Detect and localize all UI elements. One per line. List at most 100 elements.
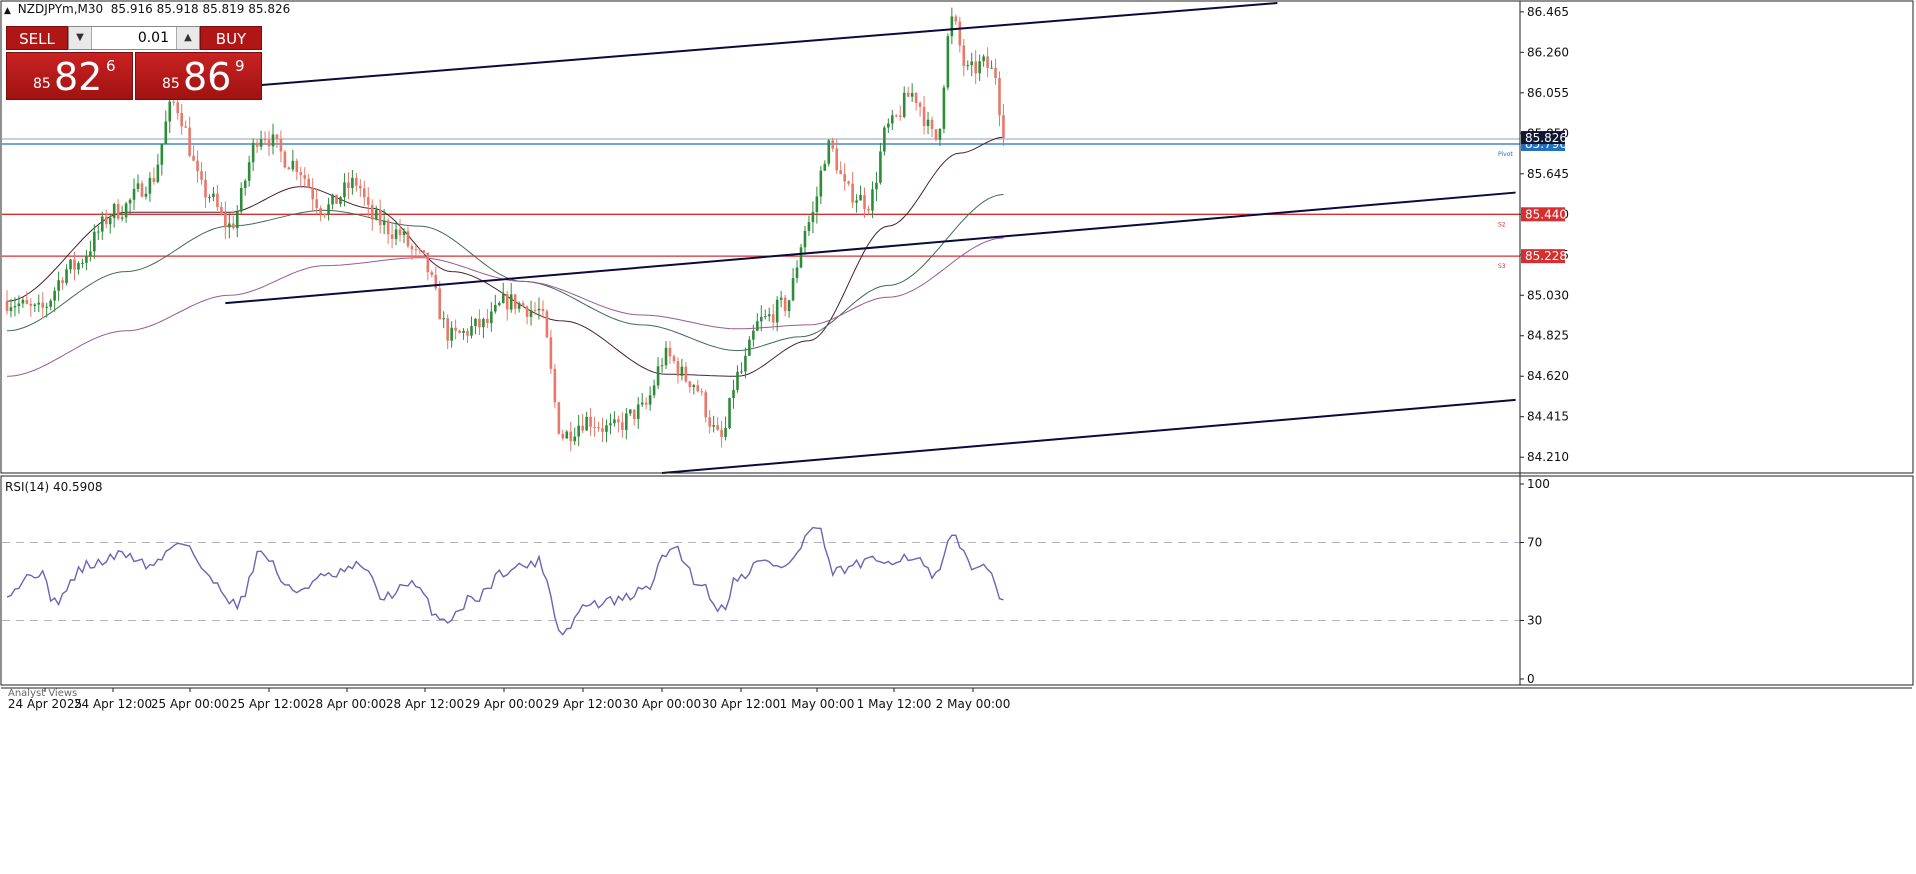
candle-body (93, 231, 96, 252)
rsi-tick-label: 0 (1527, 672, 1535, 686)
candle-body (343, 182, 346, 198)
candle-body (108, 217, 112, 225)
candle-body (982, 56, 985, 62)
candle-body (978, 61, 981, 74)
candle-body (25, 299, 29, 304)
candle-body (720, 429, 723, 437)
candle-body (140, 183, 144, 197)
candle-body (585, 416, 588, 431)
candle-body (311, 187, 314, 200)
candle-body (712, 425, 715, 427)
price-tick-label: 84.825 (1527, 329, 1569, 343)
candle-body (680, 366, 684, 376)
candle-body (474, 318, 477, 327)
sell-quote-button[interactable]: 85 82 6 (6, 52, 133, 100)
candle-body (787, 300, 791, 312)
candle-body (315, 199, 318, 209)
candle-body (847, 181, 850, 184)
candle-body (779, 297, 783, 300)
time-tick-label: 28 Apr 00:00 (308, 697, 386, 711)
candle-body (704, 392, 708, 418)
candle-body (819, 170, 823, 197)
candle-body (644, 402, 648, 405)
candle-body (851, 183, 854, 203)
candle-body (875, 182, 878, 190)
candle-body (795, 267, 799, 279)
chart-window[interactable]: PivotS2S3 86.46586.26086.05585.85085.645… (0, 0, 1916, 874)
candle-body (628, 409, 632, 414)
time-tick-label: 24 Apr 12:00 (74, 697, 152, 711)
sell-button[interactable]: SELL (6, 26, 68, 50)
collapse-triangle-icon[interactable]: ▲ (4, 6, 11, 16)
candle-body (942, 87, 946, 129)
candle-body (509, 294, 513, 310)
candle-body (418, 249, 422, 251)
level-tag-pivot: Pivot (1498, 151, 1513, 158)
candle-body (855, 200, 858, 203)
candle-body (247, 162, 251, 181)
lot-size-stepper[interactable]: ▼ ▲ (68, 26, 200, 50)
candle-body (922, 106, 926, 127)
candle-body (986, 56, 989, 68)
candle-body (529, 310, 533, 317)
time-tick-label: 28 Apr 12:00 (386, 697, 464, 711)
candle-body (410, 246, 414, 250)
level-tag-s2: S2 (1498, 221, 1506, 228)
analyst-views-label[interactable]: Analyst Views (8, 688, 77, 699)
candle-body (652, 385, 656, 396)
ohlc-open: 85.916 (110, 2, 153, 16)
candle-body (728, 398, 731, 428)
lot-size-input[interactable] (93, 28, 175, 48)
candle-body (339, 197, 342, 204)
candle-body (490, 311, 493, 324)
candle-body (843, 174, 846, 182)
candle-body (930, 119, 934, 130)
price-chart[interactable]: PivotS2S3 86.46586.26086.05585.85085.645… (0, 0, 1916, 874)
lot-decrease-icon[interactable]: ▼ (69, 27, 92, 49)
candle-body (335, 194, 338, 204)
moving-average-slow[interactable] (6, 237, 1004, 377)
candle-body (775, 299, 779, 323)
rsi-panel-frame (0, 475, 1914, 686)
buy-price-prefix: 85 (162, 76, 180, 92)
candle-body (299, 172, 303, 176)
channel-line-3[interactable] (661, 398, 1516, 474)
candle-body (104, 216, 108, 225)
candle-body (676, 361, 680, 376)
candle-body (501, 294, 505, 303)
candle-body (839, 170, 842, 175)
candle-body (438, 288, 442, 320)
candle-body (259, 139, 263, 147)
rsi-line[interactable] (6, 526, 1004, 636)
buy-button[interactable]: BUY (200, 26, 262, 50)
candle-body (513, 294, 517, 309)
sell-price-prefix: 85 (33, 76, 51, 92)
candle-body (303, 175, 307, 179)
candle-body (279, 139, 283, 152)
candle-body (545, 311, 549, 338)
sell-price-main: 82 (54, 55, 103, 99)
candle-body (216, 193, 219, 207)
candle-body (486, 318, 489, 324)
candle-body (132, 188, 136, 200)
candle-body (970, 61, 974, 66)
candle-body (426, 252, 430, 273)
candle-body (752, 330, 755, 340)
candle-body (188, 127, 191, 156)
candle-body (994, 67, 997, 79)
current-price-label: 85.826 (1525, 131, 1567, 145)
candle-body (871, 189, 874, 211)
candle-body (200, 171, 203, 180)
candle-body (374, 209, 378, 220)
channel-line-1[interactable] (225, 1, 1278, 89)
level-price-label: 85.440 (1525, 207, 1567, 221)
candle-body (767, 314, 771, 317)
price-tick-label: 85.030 (1527, 288, 1569, 302)
ohlc-close: 85.826 (248, 2, 291, 16)
candle-body (636, 404, 640, 419)
buy-price-main: 86 (183, 55, 232, 99)
rsi-tick-label: 100 (1527, 477, 1550, 491)
candle-body (398, 229, 402, 236)
lot-increase-icon[interactable]: ▲ (176, 27, 199, 49)
buy-quote-button[interactable]: 85 86 9 (135, 52, 262, 100)
